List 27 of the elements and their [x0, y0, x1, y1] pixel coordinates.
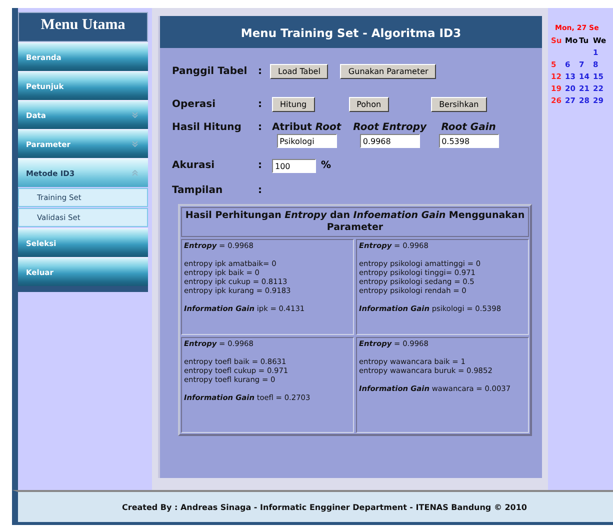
field-label: Hasil Hitung [172, 122, 242, 133]
result-field[interactable]: 0.5398 [438, 134, 499, 148]
result-label: Atribut Root [272, 122, 342, 133]
colon: : [258, 66, 263, 76]
action-button[interactable]: Bersihkan [431, 96, 487, 112]
footer-text: Created By : Andreas Sinaga - Informatic Engginer Department - ITENAS Bandung © 2010 [122, 502, 527, 512]
result-label: Root Entropy [353, 122, 427, 133]
action-button[interactable]: Gunakan Parameter [340, 64, 436, 78]
panel-title: Menu Training Set - Algoritma ID3 [160, 16, 542, 48]
colon: : [258, 122, 263, 133]
result-label: Root Gain [441, 122, 496, 133]
field-label: Tampilan [172, 185, 224, 196]
result-field[interactable]: 0.9968 [360, 134, 420, 148]
field-label: Akurasi [172, 160, 216, 171]
accuracy-field[interactable]: 100 [272, 159, 316, 173]
colon: : [258, 160, 263, 171]
field-label: Panggil Tabel [172, 66, 248, 76]
action-button[interactable]: Hitung [272, 96, 315, 112]
unit-label: % [321, 160, 332, 171]
action-button[interactable]: Pohon [348, 96, 390, 112]
colon: : [258, 185, 263, 196]
action-button[interactable]: Load Tabel [270, 64, 328, 78]
table-title: Hasil Perhitungan Entropy dan Infoemation Gain Menggunakan Parameter [181, 207, 529, 237]
result-field[interactable]: Psikologi [276, 134, 337, 148]
field-label: Operasi [172, 98, 217, 110]
menu-title: Menu Utama [18, 12, 148, 42]
colon: : [258, 98, 263, 110]
